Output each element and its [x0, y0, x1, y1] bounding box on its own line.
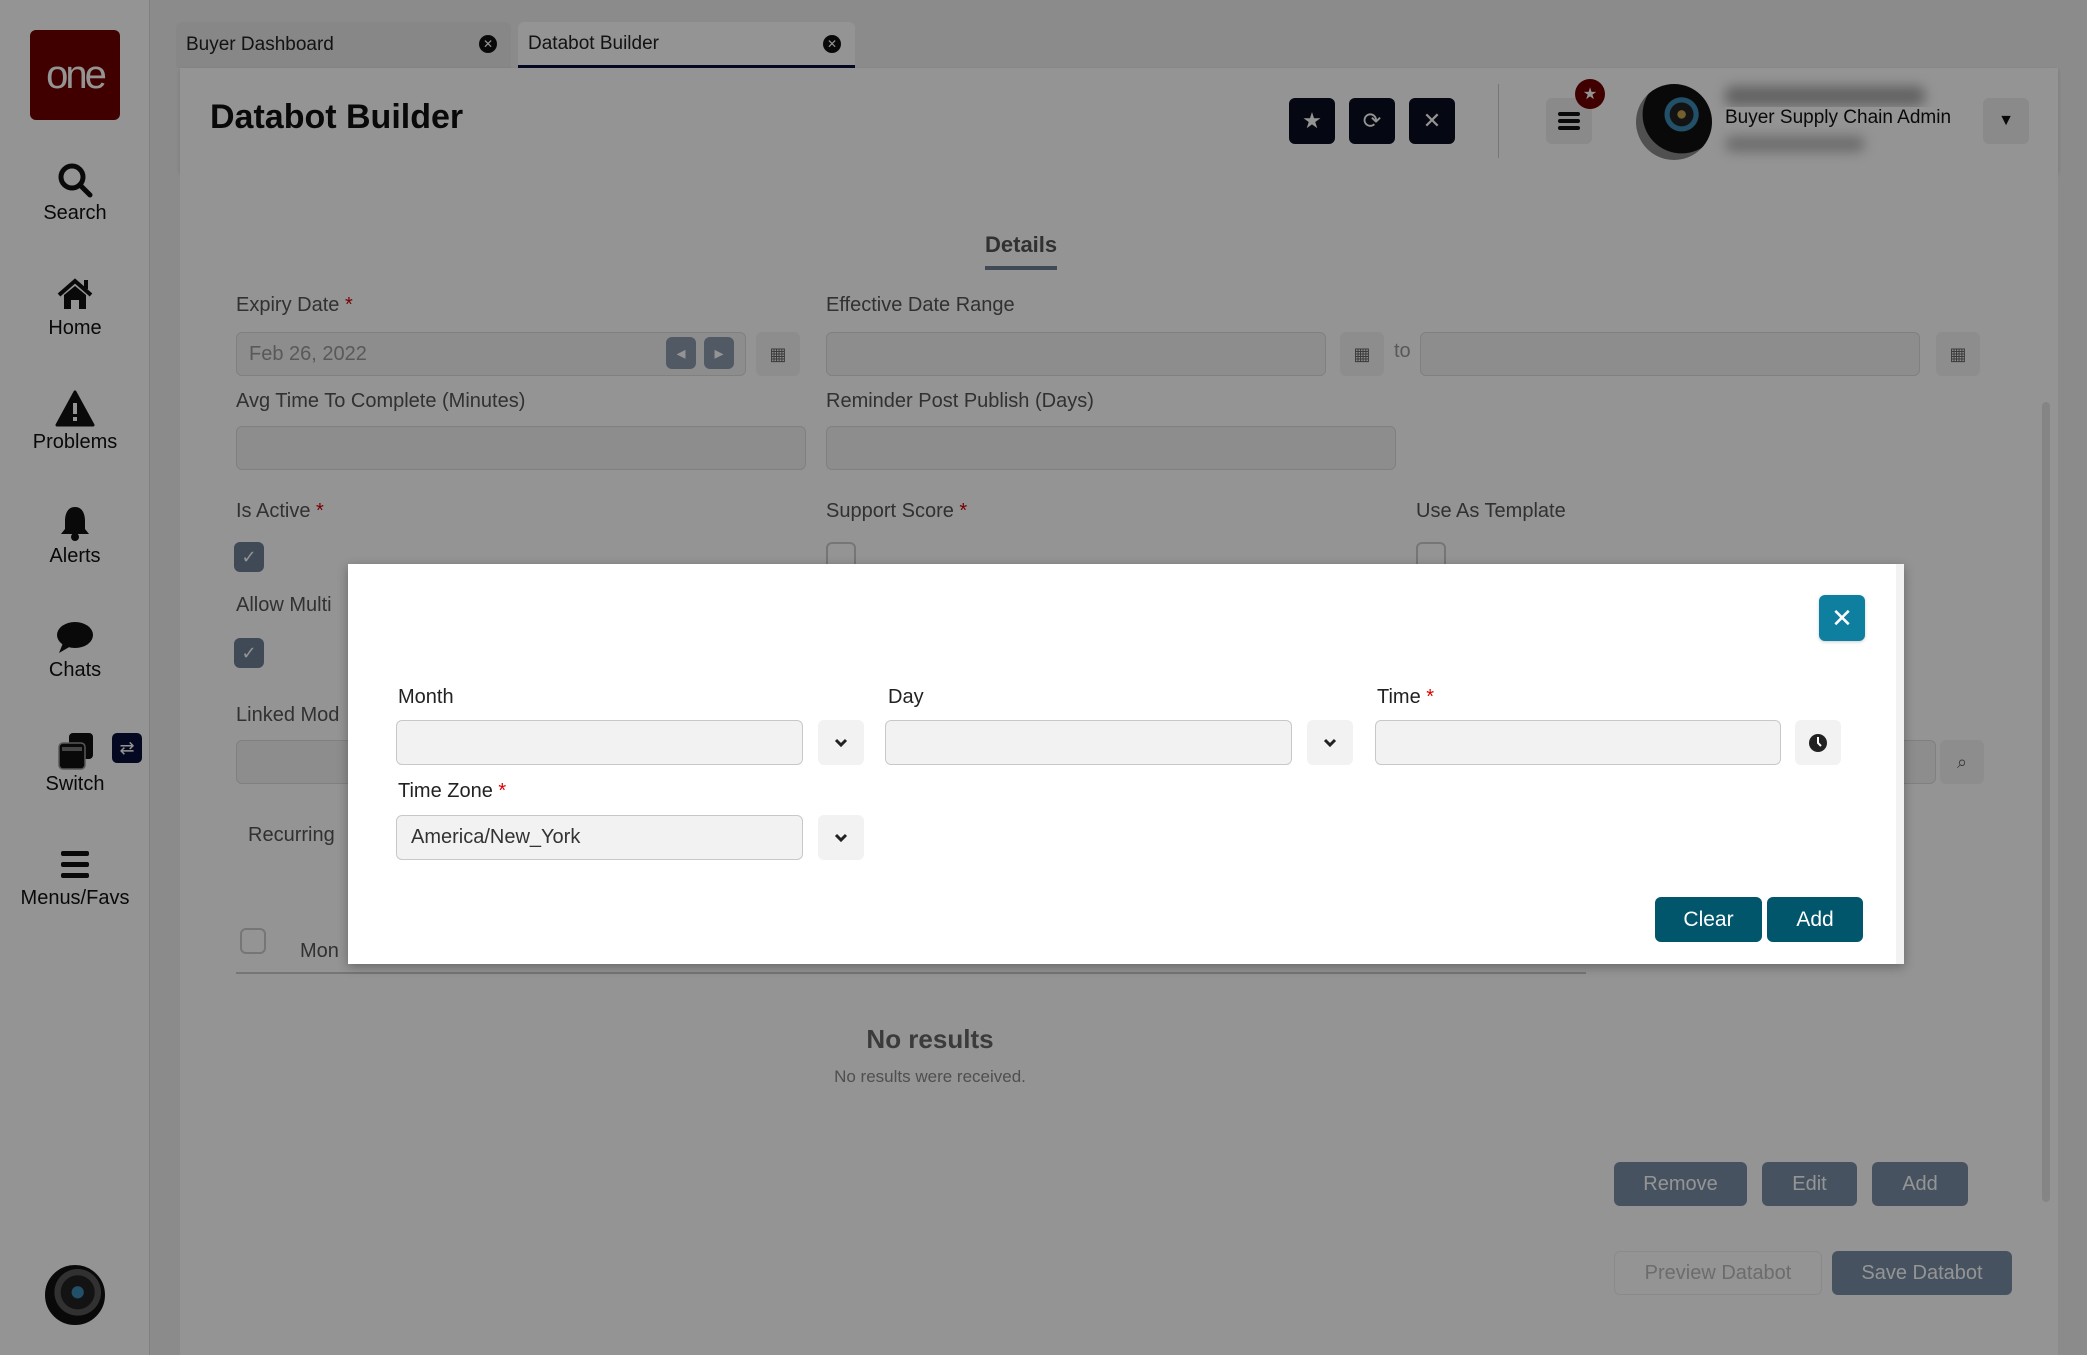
time-picker-button[interactable]: [1795, 720, 1841, 765]
time-zone-dropdown-button[interactable]: [818, 815, 864, 860]
chevron-down-icon: [834, 738, 848, 747]
day-dropdown-button[interactable]: [1307, 720, 1353, 765]
time-label: Time *: [1377, 686, 1435, 708]
recurring-schedule-dialog: ✕ Month Day Time * Time Zone * America/N…: [348, 564, 1904, 964]
time-input[interactable]: [1375, 720, 1781, 765]
chevron-down-icon: [1323, 738, 1337, 747]
month-label: Month: [398, 686, 454, 708]
time-zone-label: Time Zone *: [398, 780, 507, 802]
clear-button[interactable]: Clear: [1655, 897, 1762, 942]
add-button[interactable]: Add: [1767, 897, 1863, 942]
clock-icon: [1809, 733, 1827, 752]
time-zone-select[interactable]: America/New_York: [396, 815, 803, 860]
close-icon: ✕: [1831, 602, 1853, 633]
month-dropdown-button[interactable]: [818, 720, 864, 765]
close-dialog-button[interactable]: ✕: [1819, 595, 1865, 641]
day-label: Day: [888, 686, 924, 708]
month-select[interactable]: [396, 720, 803, 765]
chevron-down-icon: [834, 833, 848, 842]
day-select[interactable]: [885, 720, 1292, 765]
